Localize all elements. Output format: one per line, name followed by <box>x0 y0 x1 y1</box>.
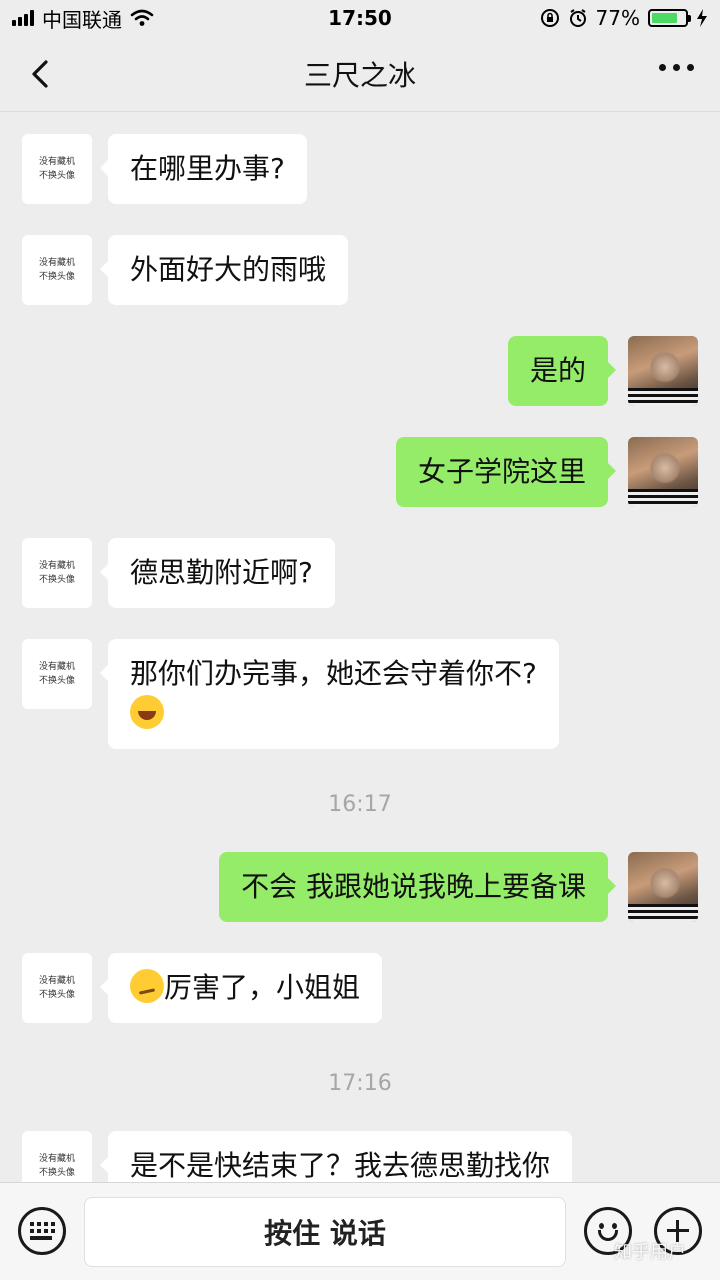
message-text: 是不是快结束了？我去德思勤找你 <box>130 1149 551 1182</box>
message-row: 没有藏机 不换头像 那你们办完事，她还会守着你不? <box>22 639 559 749</box>
avatar-text: 没有藏机 不换头像 <box>38 561 75 585</box>
incoming-bubble[interactable]: 是不是快结束了？我去德思勤找你 <box>99 1131 573 1182</box>
contact-avatar[interactable]: 没有藏机 不换头像 <box>22 1131 92 1182</box>
message-row: 是的 <box>507 336 698 406</box>
message-text: 在哪里办事? <box>130 152 285 185</box>
contact-avatar[interactable]: 没有藏机 不换头像 <box>22 953 92 1023</box>
message-timestamp: 17:16 <box>328 1071 392 1096</box>
message-row: 没有藏机 不换头像 德思勤附近啊? <box>22 538 335 608</box>
laughing-crying-emoji-icon <box>130 695 164 729</box>
my-avatar[interactable] <box>628 336 698 406</box>
message-row: 没有藏机 不换头像 在哪里办事? <box>22 134 307 204</box>
status-left: 中国联通 <box>12 4 154 33</box>
message-row: 不会 我跟她说我晚上要备课 <box>219 852 698 922</box>
outgoing-bubble[interactable]: 女子学院这里 <box>395 437 617 507</box>
charging-icon <box>697 9 707 27</box>
message-text: 女子学院这里 <box>417 455 586 488</box>
message-row: 没有藏机 不换头像 是不是快结束了？我去德思勤找你 <box>22 1131 573 1182</box>
status-right: 77% <box>540 6 708 30</box>
incoming-bubble[interactable]: 德思勤附近啊? <box>100 538 335 608</box>
keyboard-icon[interactable] <box>18 1207 66 1255</box>
chat-header: 三尺之冰 <box>0 36 720 112</box>
message-list[interactable]: 没有藏机 不换头像 在哪里办事? 没有藏机 不换头像 外面好大的雨哦 是的 女子… <box>0 112 720 1182</box>
incoming-bubble[interactable]: 外面好大的雨哦 <box>99 235 349 305</box>
chat-title: 三尺之冰 <box>303 58 416 92</box>
message-text: 德思勤附近啊? <box>130 556 313 589</box>
smirk-emoji-icon <box>130 969 164 1003</box>
incoming-bubble[interactable]: 那你们办完事，她还会守着你不? <box>100 639 559 749</box>
message-row: 没有藏机 不换头像 厉害了，小姐姐 <box>22 953 383 1023</box>
avatar-text: 没有藏机 不换头像 <box>38 976 75 1000</box>
avatar-text: 没有藏机 不换头像 <box>38 1154 75 1178</box>
avatar-text: 没有藏机 不换头像 <box>38 157 75 181</box>
message-text: 厉害了，小姐姐 <box>164 971 361 1004</box>
avatar-text: 没有藏机 不换头像 <box>38 662 75 686</box>
signal-icon <box>12 10 34 26</box>
incoming-bubble[interactable]: 厉害了，小姐姐 <box>99 953 383 1023</box>
battery-icon <box>648 9 691 27</box>
message-row: 女子学院这里 <box>395 437 698 507</box>
hold-to-talk-button[interactable]: 按住 说话 <box>84 1197 566 1267</box>
outgoing-bubble[interactable]: 是的 <box>507 336 617 406</box>
message-text: 外面好大的雨哦 <box>130 253 327 286</box>
alarm-icon <box>569 9 586 27</box>
contact-avatar[interactable]: 没有藏机 不换头像 <box>22 235 92 305</box>
status-bar: 中国联通 17:50 77% <box>0 0 720 36</box>
input-bar: 按住 说话 <box>0 1182 720 1280</box>
contact-avatar[interactable]: 没有藏机 不换头像 <box>22 538 92 608</box>
wifi-icon <box>130 9 154 26</box>
contact-avatar[interactable]: 没有藏机 不换头像 <box>22 639 92 709</box>
my-avatar[interactable] <box>628 437 698 507</box>
message-row: 没有藏机 不换头像 外面好大的雨哦 <box>22 235 349 305</box>
carrier-label: 中国联通 <box>42 7 122 32</box>
message-timestamp: 16:17 <box>328 792 392 817</box>
back-icon[interactable] <box>22 54 62 94</box>
incoming-bubble[interactable]: 在哪里办事? <box>100 134 307 204</box>
message-text: 不会 我跟她说我晚上要备课 <box>241 870 586 903</box>
rotation-lock-icon <box>540 9 559 27</box>
message-text: 那你们办完事，她还会守着你不? <box>130 657 537 690</box>
avatar-text: 没有藏机 不换头像 <box>38 258 75 282</box>
battery-fill <box>652 13 677 23</box>
message-text: 是的 <box>529 354 586 387</box>
contact-avatar[interactable]: 没有藏机 不换头像 <box>22 134 92 204</box>
more-icon[interactable] <box>659 64 694 71</box>
watermark: 知乎用户 <box>614 1242 686 1263</box>
my-avatar[interactable] <box>628 852 698 922</box>
outgoing-bubble[interactable]: 不会 我跟她说我晚上要备课 <box>219 852 616 922</box>
battery-percent: 77% <box>595 6 640 30</box>
